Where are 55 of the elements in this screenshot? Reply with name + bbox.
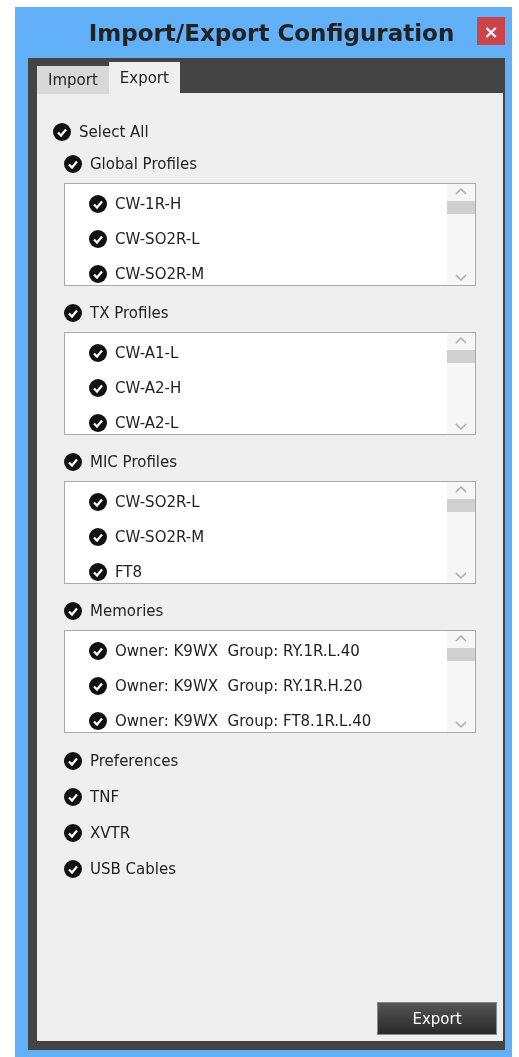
checkmark-icon[interactable] bbox=[89, 527, 107, 546]
checkmark-icon[interactable] bbox=[64, 155, 82, 173]
checkbox-label: TNF bbox=[90, 788, 119, 806]
checkmark-icon[interactable] bbox=[89, 343, 107, 362]
list-item[interactable]: Owner: K9WX Group: RY.1R.H.20 bbox=[115, 676, 363, 695]
checkbox-label: TX Profiles bbox=[90, 304, 169, 322]
list-item[interactable]: CW-SO2R-M bbox=[115, 264, 205, 283]
checkmark-icon[interactable] bbox=[89, 492, 107, 511]
scrollbar-thumb[interactable] bbox=[447, 499, 475, 512]
checkmark-icon[interactable] bbox=[89, 413, 107, 432]
list-item[interactable]: CW-SO2R-L bbox=[115, 492, 200, 511]
checkmark-icon[interactable] bbox=[89, 194, 107, 213]
export-button[interactable]: Export bbox=[377, 1002, 497, 1035]
checkmark-icon[interactable] bbox=[64, 453, 82, 471]
list-item[interactable]: CW-A2-H bbox=[115, 378, 182, 397]
close-button[interactable]: × bbox=[477, 17, 505, 45]
checkbox-label: Select All bbox=[79, 123, 149, 141]
checkmark-icon[interactable] bbox=[64, 752, 82, 770]
checkmark-icon[interactable] bbox=[89, 562, 107, 581]
checkbox-label: USB Cables bbox=[90, 860, 176, 878]
list-item[interactable]: CW-SO2R-L bbox=[115, 229, 200, 248]
window-title: Import/Export Configuration bbox=[88, 19, 455, 46]
scrollbar[interactable] bbox=[447, 482, 475, 583]
checkmark-icon[interactable] bbox=[64, 304, 82, 322]
checkmark-icon[interactable] bbox=[64, 788, 82, 806]
scrollbar-thumb[interactable] bbox=[447, 350, 475, 363]
checkbox-label: XVTR bbox=[90, 824, 131, 842]
scrollbar[interactable] bbox=[447, 631, 475, 732]
list-item[interactable]: CW-1R-H bbox=[115, 194, 182, 213]
checkmark-icon[interactable] bbox=[89, 676, 107, 695]
checkmark-icon[interactable] bbox=[89, 229, 107, 248]
checkmark-icon[interactable] bbox=[53, 123, 71, 141]
checkbox-label: Preferences bbox=[90, 752, 179, 770]
checkmark-icon[interactable] bbox=[89, 378, 107, 397]
checkbox-label: Global Profiles bbox=[90, 155, 198, 173]
list-item[interactable]: Owner: K9WX Group: RY.1R.L.40 bbox=[115, 641, 360, 660]
checkbox-label: MIC Profiles bbox=[90, 453, 178, 471]
scrollbar-thumb[interactable] bbox=[447, 201, 475, 214]
scrollbar-thumb[interactable] bbox=[447, 648, 475, 661]
list-item[interactable]: CW-A1-L bbox=[115, 343, 179, 362]
checkmark-icon[interactable] bbox=[64, 602, 82, 620]
list-item[interactable]: Owner: K9WX Group: FT8.1R.L.40 bbox=[115, 711, 372, 730]
checkmark-icon[interactable] bbox=[64, 824, 82, 842]
checkmark-icon[interactable] bbox=[89, 264, 107, 283]
checkbox-label: Memories bbox=[90, 602, 164, 620]
list-item[interactable]: CW-A2-L bbox=[115, 413, 179, 432]
list-item[interactable]: CW-SO2R-M bbox=[115, 527, 205, 546]
scrollbar[interactable] bbox=[447, 184, 475, 285]
tab[interactable]: Export bbox=[108, 62, 180, 94]
checkmark-icon[interactable] bbox=[89, 711, 107, 730]
tab[interactable]: Import bbox=[37, 66, 109, 94]
list-item[interactable]: FT8 bbox=[115, 562, 143, 581]
checkmark-icon[interactable] bbox=[89, 641, 107, 660]
checkmark-icon[interactable] bbox=[64, 860, 82, 878]
scrollbar[interactable] bbox=[447, 333, 475, 434]
